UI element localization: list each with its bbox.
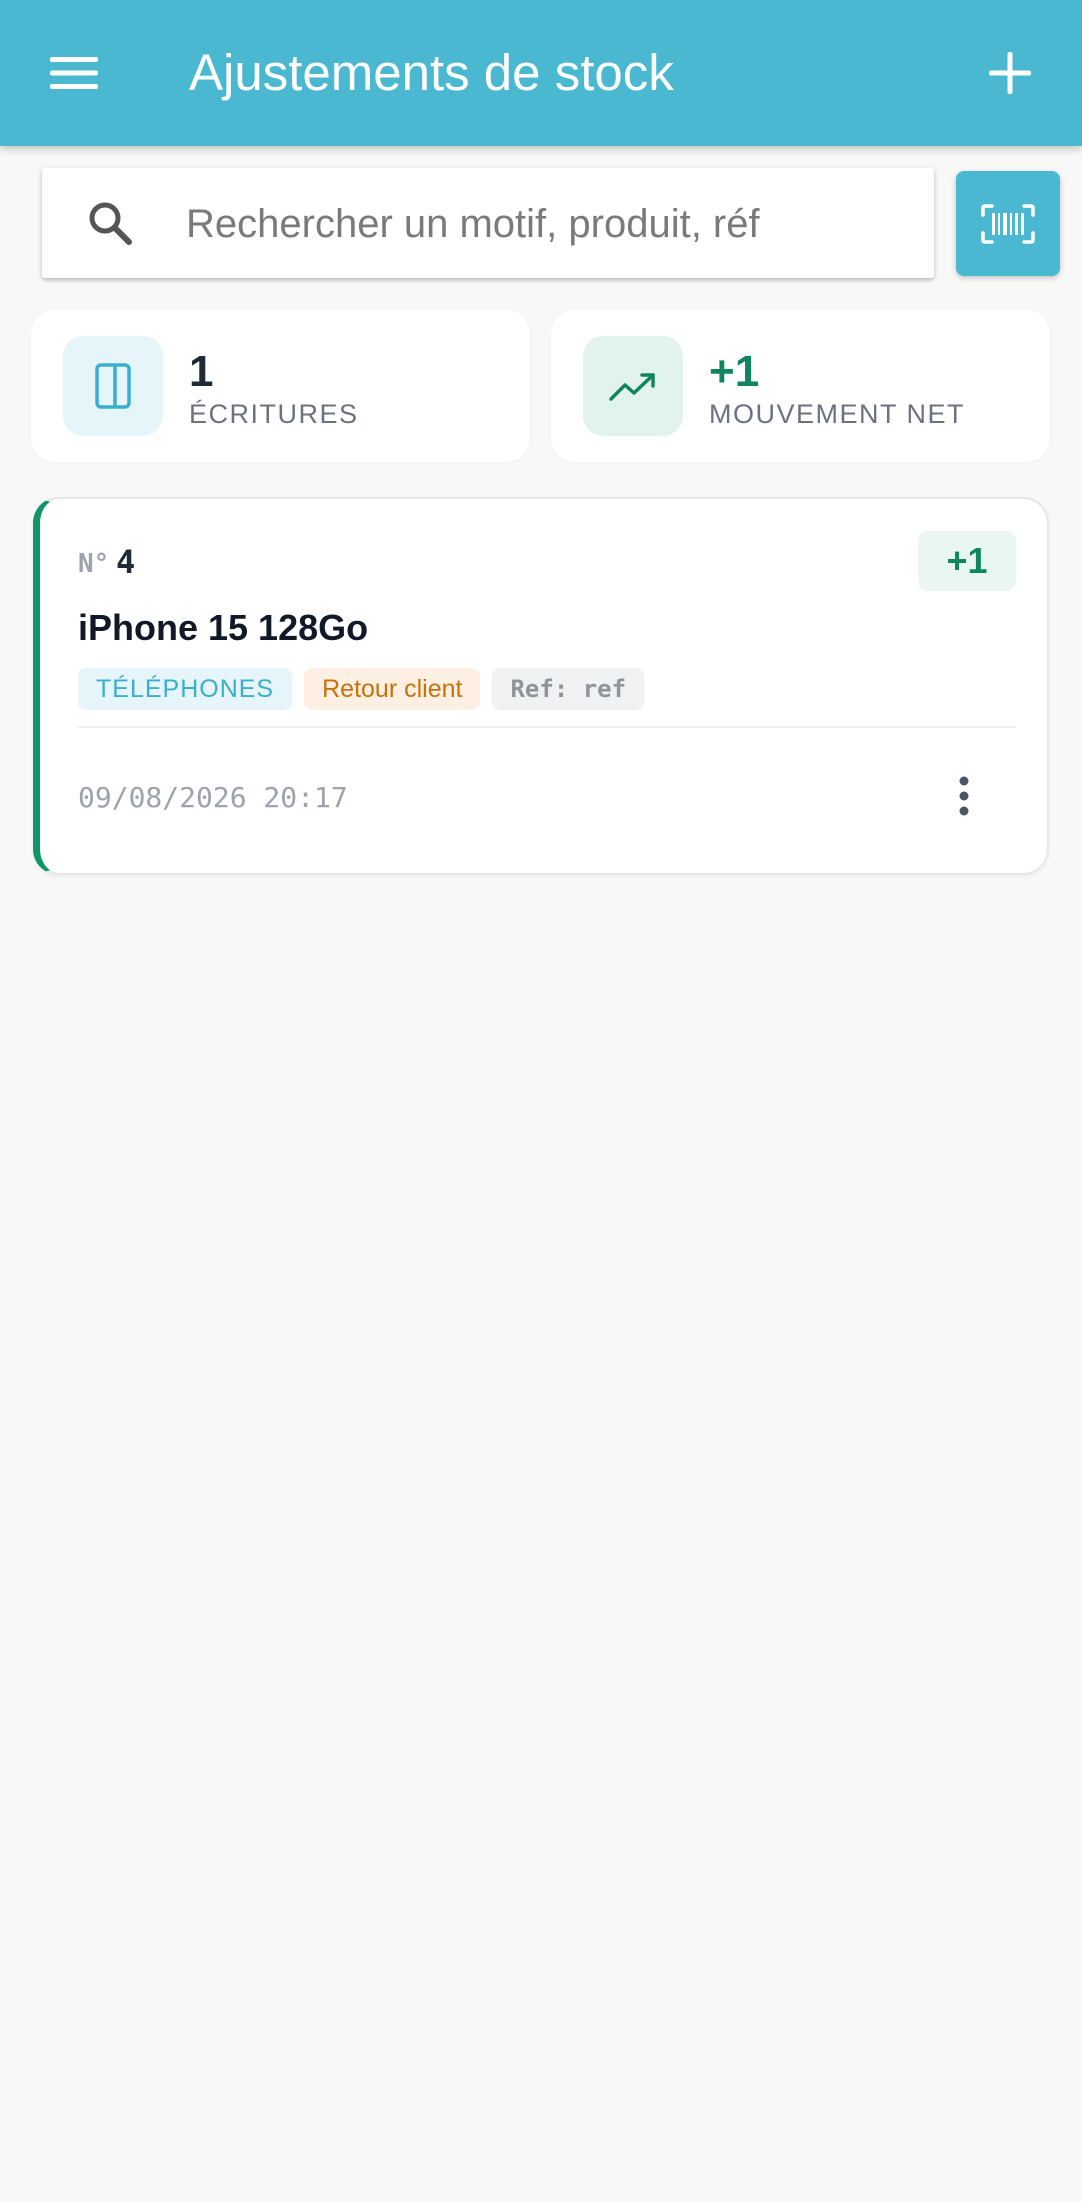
entry-number-prefix: N° xyxy=(78,549,110,579)
barcode-scan-button[interactable] xyxy=(956,171,1060,276)
book-icon xyxy=(95,363,131,409)
search-icon xyxy=(89,202,132,245)
menu-button[interactable] xyxy=(30,33,118,113)
more-options-button[interactable] xyxy=(932,764,996,828)
add-adjustment-button[interactable] xyxy=(966,33,1054,113)
stat-card-net-movement: +1 MOUVEMENT NET xyxy=(551,310,1050,462)
trending-up-icon xyxy=(609,373,655,401)
product-name: iPhone 15 128Go xyxy=(78,607,369,648)
entry-tags: TÉLÉPHONES Retour client Ref: ref xyxy=(78,668,645,710)
entry-timestamp: 09/08/2026 20:17 xyxy=(78,781,348,814)
adjustment-card[interactable]: N° 4 +1 iPhone 15 128Go TÉLÉPHONES Retou… xyxy=(33,497,1049,875)
app-bar: Ajustements de stock xyxy=(0,0,1082,146)
stat-icon-container xyxy=(63,336,163,436)
more-vertical-icon xyxy=(959,776,969,816)
menu-icon xyxy=(50,57,98,89)
page-title: Ajustements de stock xyxy=(189,44,674,101)
net-movement-value: +1 xyxy=(709,347,760,396)
stat-card-entries: 1 ÉCRITURES xyxy=(31,310,530,462)
net-movement-label: MOUVEMENT NET xyxy=(709,399,966,429)
reason-tag: Retour client xyxy=(304,668,481,710)
entry-number: 4 xyxy=(116,543,136,581)
reference-tag: Ref: ref xyxy=(492,668,645,710)
entries-count: 1 xyxy=(189,347,214,396)
entries-label: ÉCRITURES xyxy=(189,399,359,429)
plus-icon xyxy=(989,52,1031,94)
category-tag: TÉLÉPHONES xyxy=(78,668,293,710)
search-input[interactable] xyxy=(186,194,778,254)
divider xyxy=(78,726,1016,728)
quantity-badge: +1 xyxy=(918,531,1016,591)
stat-icon-container xyxy=(583,336,683,436)
barcode-scan-icon xyxy=(981,203,1035,244)
